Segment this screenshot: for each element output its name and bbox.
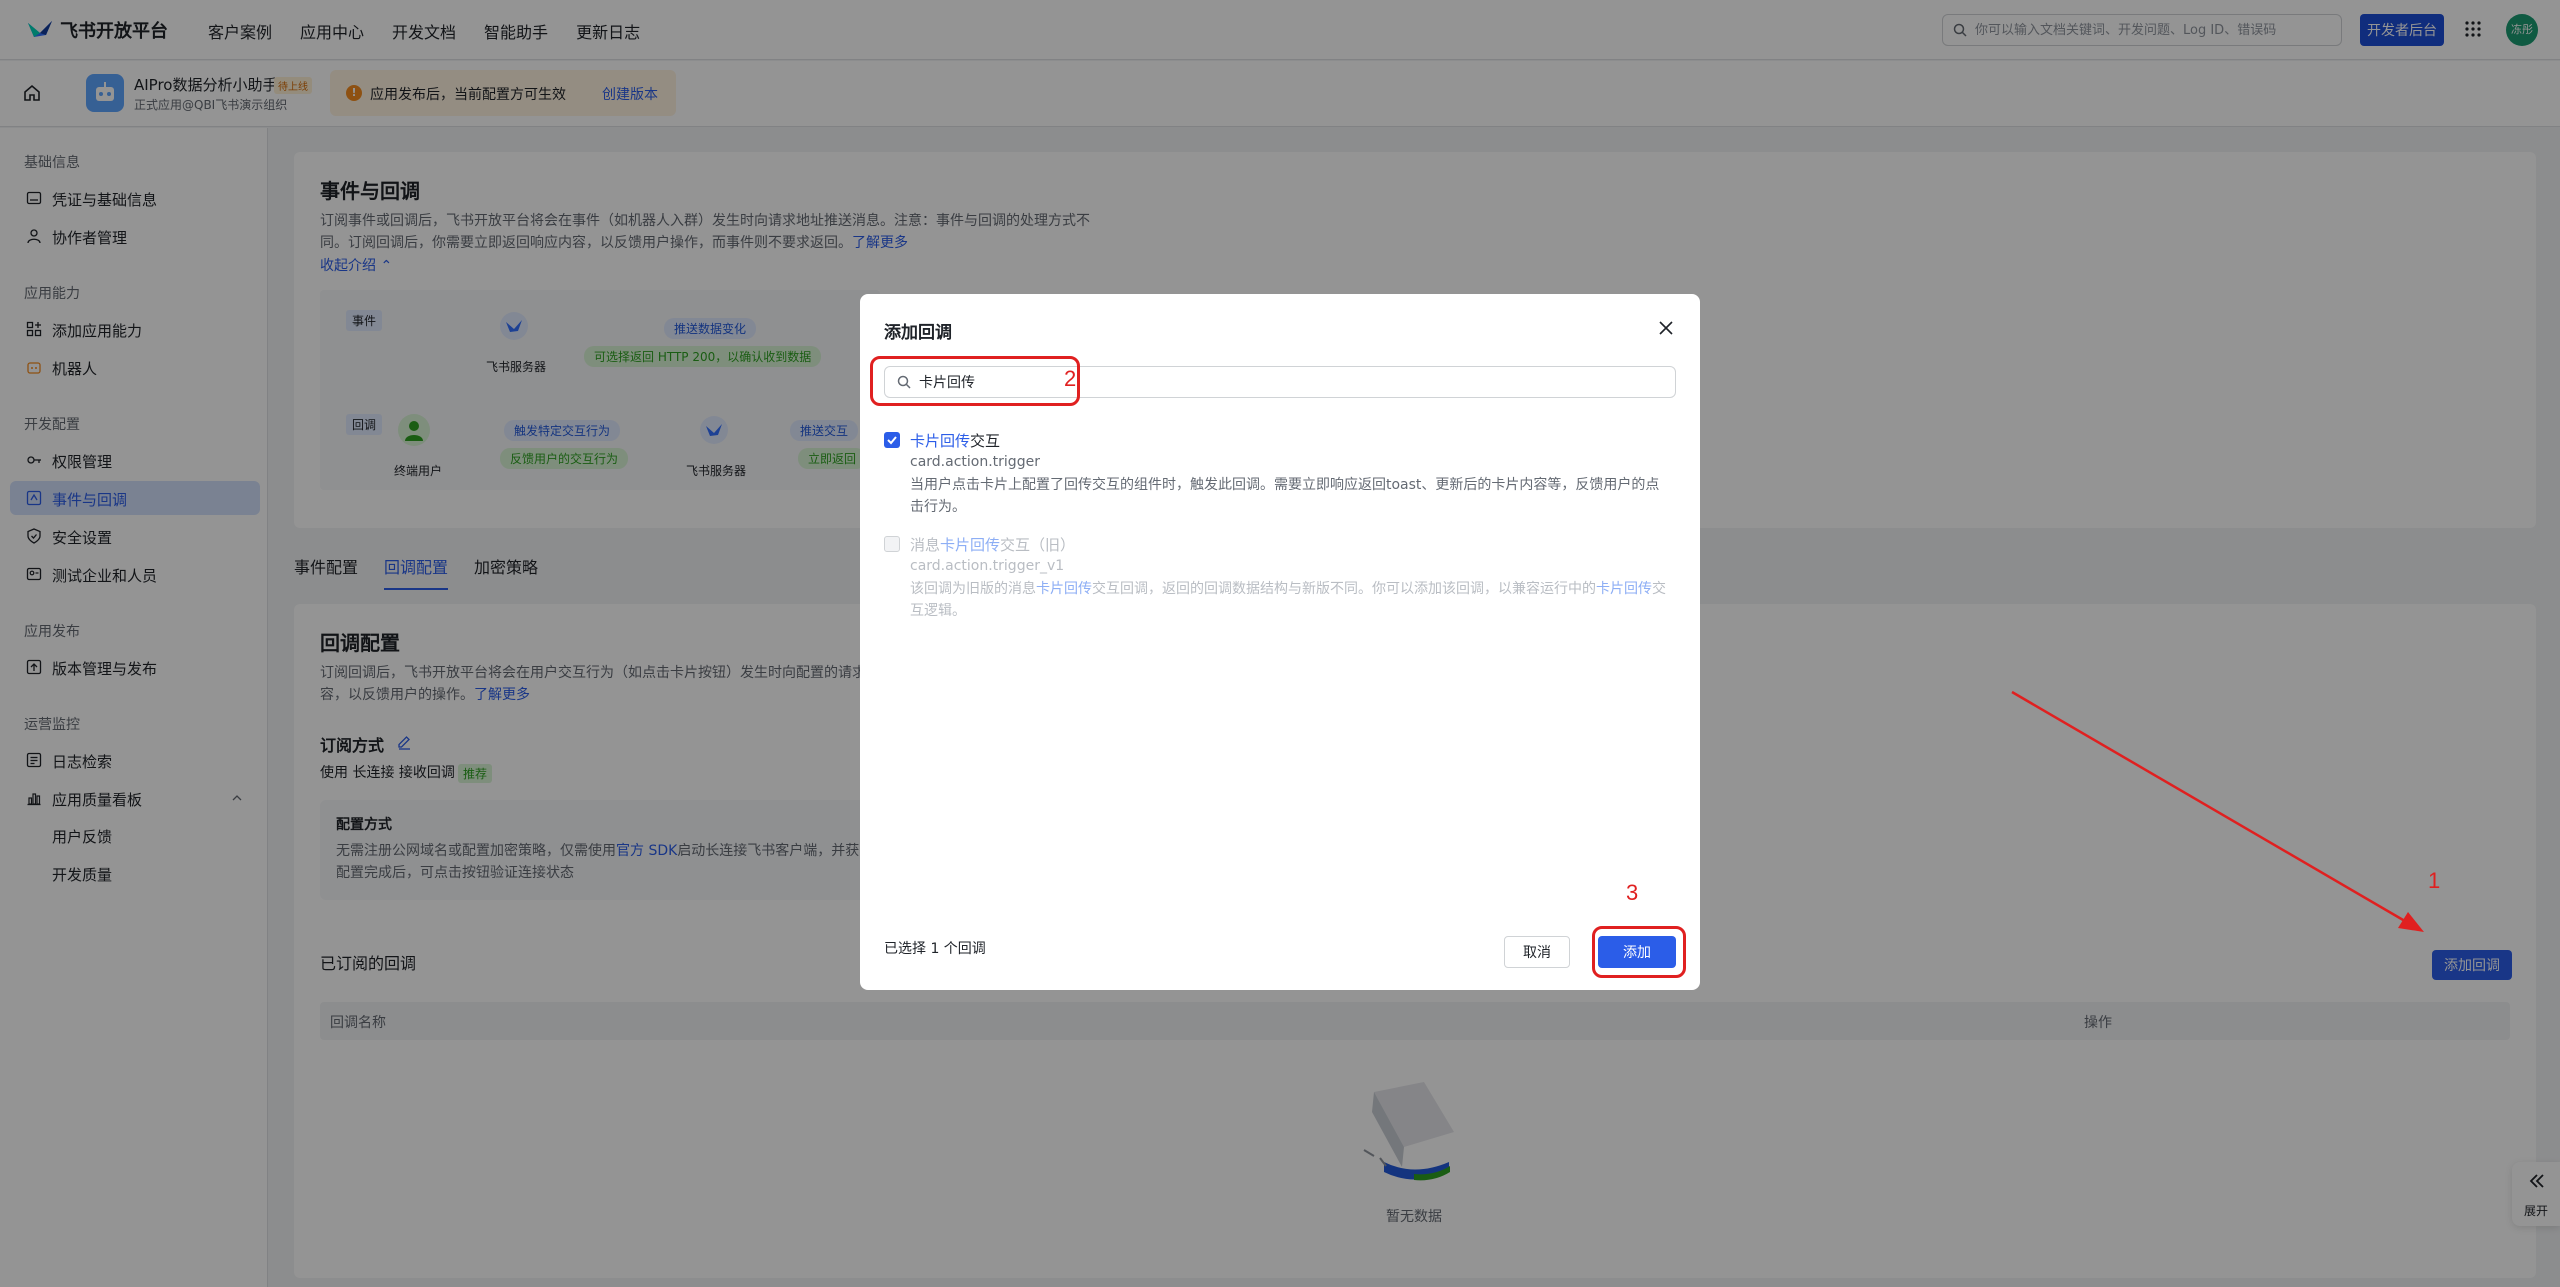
checkbox-disabled — [884, 536, 900, 552]
checkbox-checked[interactable] — [884, 432, 900, 448]
callback-option-card-action[interactable]: 卡片回传交互 card.action.trigger 当用户点击卡片上配置了回传… — [884, 430, 1676, 522]
option-title: 消息卡片回传交互（旧） — [910, 534, 1075, 555]
annotation-number-2: 2 — [1064, 366, 1077, 391]
option-title-rest: 交互（旧） — [1000, 536, 1076, 554]
option-title-highlight: 卡片回传 — [940, 536, 1001, 554]
desc-part-b: 交互回调，返回的回调数据结构与新版不同。你可以添加该回调，以兼容运行中的 — [1092, 581, 1596, 597]
annotation-number-3: 3 — [1626, 880, 1639, 905]
option-title-highlight: 卡片回传 — [910, 432, 971, 450]
annotation-box-search — [870, 356, 1080, 406]
option-code: card.action.trigger_v1 — [910, 558, 1065, 574]
option-title-prefix: 消息 — [910, 536, 941, 554]
annotation-box-add — [1592, 926, 1686, 978]
dialog-title: 添加回调 — [884, 323, 952, 343]
add-callback-dialog: 添加回调 卡片回传交互 card.action.trigger 当用户点击卡片上… — [860, 294, 1700, 990]
close-icon[interactable] — [1656, 318, 1676, 338]
option-code: card.action.trigger — [910, 454, 1040, 470]
selected-count: 已选择 1 个回调 — [884, 941, 986, 957]
desc-highlight-1: 卡片回传 — [1036, 581, 1092, 597]
desc-highlight-2: 卡片回传 — [1596, 581, 1652, 597]
callback-option-card-action-v1: 消息卡片回传交互（旧） card.action.trigger_v1 该回调为旧… — [884, 534, 1676, 626]
option-title: 卡片回传交互 — [910, 430, 1000, 451]
desc-part-a: 该回调为旧版的消息 — [910, 581, 1036, 597]
option-description: 当用户点击卡片上配置了回传交互的组件时，触发此回调。需要立即响应返回toast、… — [910, 477, 1660, 515]
cancel-button[interactable]: 取消 — [1504, 936, 1570, 968]
check-icon — [887, 436, 897, 445]
annotation-number-1: 1 — [2428, 868, 2441, 893]
option-title-rest: 交互 — [970, 432, 1001, 450]
option-description: 该回调为旧版的消息卡片回传交互回调，返回的回调数据结构与新版不同。你可以添加该回… — [910, 578, 1670, 622]
